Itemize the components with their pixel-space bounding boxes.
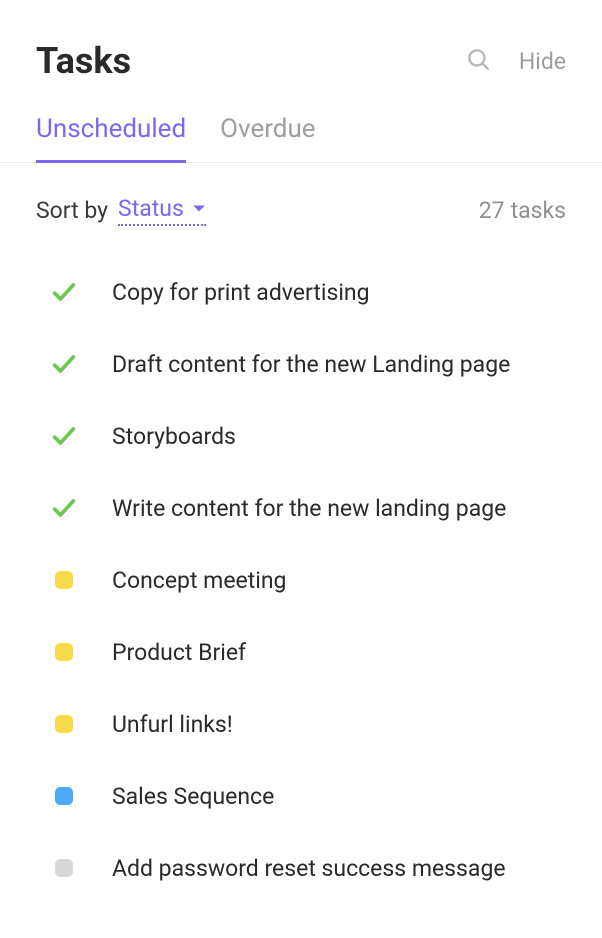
task-title: Copy for print advertising xyxy=(112,279,370,306)
task-row[interactable]: Storyboards xyxy=(0,400,602,472)
task-title: Unfurl links! xyxy=(112,711,233,738)
status-square-icon xyxy=(50,566,78,594)
check-icon xyxy=(50,422,78,450)
status-square-icon xyxy=(50,638,78,666)
task-row[interactable]: Copy for print advertising xyxy=(0,256,602,328)
task-row[interactable]: Write content for the new landing page xyxy=(0,472,602,544)
task-count-number: 27 xyxy=(479,197,505,224)
task-list: Copy for print advertising Draft content … xyxy=(0,246,602,924)
caret-down-icon xyxy=(192,204,206,214)
task-row[interactable]: Draft content for the new Landing page xyxy=(0,328,602,400)
status-square-icon xyxy=(50,782,78,810)
tab-overdue[interactable]: Overdue xyxy=(220,114,315,162)
status-square-icon xyxy=(50,854,78,882)
sort-value-text: Status xyxy=(118,195,184,222)
search-icon[interactable] xyxy=(465,46,491,76)
tabs: Unscheduled Overdue xyxy=(0,82,602,163)
task-row[interactable]: Add password reset success message xyxy=(0,832,602,904)
task-title: Sales Sequence xyxy=(112,783,274,810)
sort-by-label: Sort by xyxy=(36,197,108,224)
task-row[interactable]: Product Brief xyxy=(0,616,602,688)
task-title: Storyboards xyxy=(112,423,236,450)
status-square-icon xyxy=(50,710,78,738)
check-icon xyxy=(50,278,78,306)
task-row[interactable]: Concept meeting xyxy=(0,544,602,616)
check-icon xyxy=(50,350,78,378)
task-title: Draft content for the new Landing page xyxy=(112,351,510,378)
check-icon xyxy=(50,494,78,522)
tab-unscheduled[interactable]: Unscheduled xyxy=(36,114,186,162)
sort-by-dropdown[interactable]: Status xyxy=(118,195,206,226)
task-row[interactable]: Unfurl links! xyxy=(0,688,602,760)
task-title: Add password reset success message xyxy=(112,855,506,882)
page-title: Tasks xyxy=(36,40,131,82)
task-count-label: tasks xyxy=(511,197,566,224)
task-row[interactable]: Sales Sequence xyxy=(0,760,602,832)
task-count: 27tasks xyxy=(479,197,566,224)
task-title: Concept meeting xyxy=(112,567,286,594)
task-title: Product Brief xyxy=(112,639,246,666)
task-title: Write content for the new landing page xyxy=(112,495,506,522)
hide-button[interactable]: Hide xyxy=(519,48,566,75)
